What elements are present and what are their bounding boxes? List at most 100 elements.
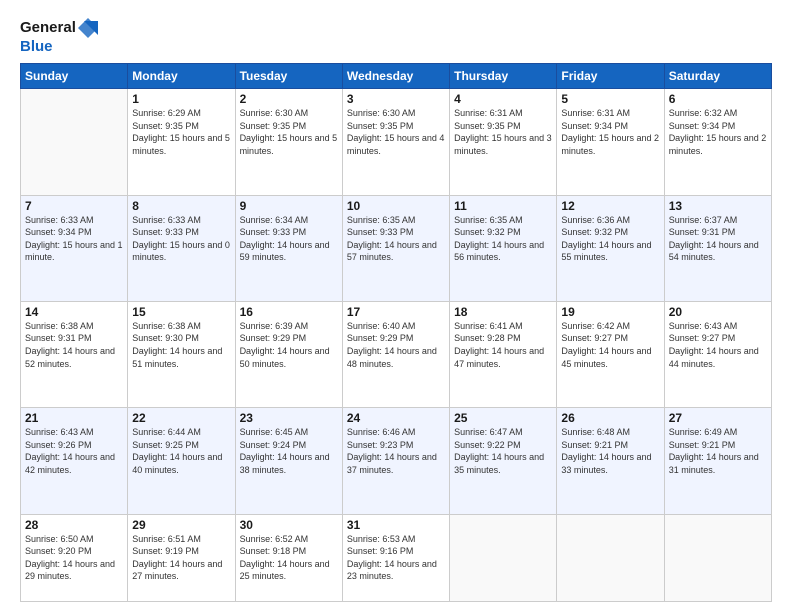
day-info: Sunrise: 6:32 AM Sunset: 9:34 PM Dayligh… xyxy=(669,107,767,157)
day-info: Sunrise: 6:36 AM Sunset: 9:32 PM Dayligh… xyxy=(561,214,659,264)
table-row: 16 Sunrise: 6:39 AM Sunset: 9:29 PM Dayl… xyxy=(235,301,342,407)
header-wednesday: Wednesday xyxy=(342,64,449,89)
sunrise-text: Sunrise: 6:38 AM xyxy=(25,321,94,331)
day-number: 25 xyxy=(454,411,552,425)
calendar-week-row: 28 Sunrise: 6:50 AM Sunset: 9:20 PM Dayl… xyxy=(21,514,772,602)
day-info: Sunrise: 6:53 AM Sunset: 9:16 PM Dayligh… xyxy=(347,533,445,583)
table-row: 20 Sunrise: 6:43 AM Sunset: 9:27 PM Dayl… xyxy=(664,301,771,407)
table-row: 21 Sunrise: 6:43 AM Sunset: 9:26 PM Dayl… xyxy=(21,408,128,514)
day-number: 22 xyxy=(132,411,230,425)
sunset-text: Sunset: 9:25 PM xyxy=(132,440,199,450)
day-number: 31 xyxy=(347,518,445,532)
day-number: 12 xyxy=(561,199,659,213)
table-row: 13 Sunrise: 6:37 AM Sunset: 9:31 PM Dayl… xyxy=(664,195,771,301)
logo-triangle-icon xyxy=(78,18,98,38)
day-number: 16 xyxy=(240,305,338,319)
table-row: 19 Sunrise: 6:42 AM Sunset: 9:27 PM Dayl… xyxy=(557,301,664,407)
day-info: Sunrise: 6:33 AM Sunset: 9:34 PM Dayligh… xyxy=(25,214,123,264)
table-row: 7 Sunrise: 6:33 AM Sunset: 9:34 PM Dayli… xyxy=(21,195,128,301)
daylight-text: Daylight: 14 hours and 59 minutes. xyxy=(240,240,330,263)
sunrise-text: Sunrise: 6:43 AM xyxy=(669,321,738,331)
day-info: Sunrise: 6:37 AM Sunset: 9:31 PM Dayligh… xyxy=(669,214,767,264)
day-number: 5 xyxy=(561,92,659,106)
table-row: 27 Sunrise: 6:49 AM Sunset: 9:21 PM Dayl… xyxy=(664,408,771,514)
sunset-text: Sunset: 9:34 PM xyxy=(669,121,736,131)
sunset-text: Sunset: 9:23 PM xyxy=(347,440,414,450)
logo-text-general: General xyxy=(20,19,76,36)
day-number: 24 xyxy=(347,411,445,425)
day-number: 7 xyxy=(25,199,123,213)
calendar-week-row: 7 Sunrise: 6:33 AM Sunset: 9:34 PM Dayli… xyxy=(21,195,772,301)
table-row: 3 Sunrise: 6:30 AM Sunset: 9:35 PM Dayli… xyxy=(342,89,449,195)
table-row: 17 Sunrise: 6:40 AM Sunset: 9:29 PM Dayl… xyxy=(342,301,449,407)
day-info: Sunrise: 6:40 AM Sunset: 9:29 PM Dayligh… xyxy=(347,320,445,370)
sunrise-text: Sunrise: 6:30 AM xyxy=(240,108,309,118)
sunset-text: Sunset: 9:35 PM xyxy=(454,121,521,131)
calendar-table: Sunday Monday Tuesday Wednesday Thursday… xyxy=(20,63,772,602)
daylight-text: Daylight: 14 hours and 23 minutes. xyxy=(347,559,437,582)
daylight-text: Daylight: 14 hours and 48 minutes. xyxy=(347,346,437,369)
daylight-text: Daylight: 15 hours and 4 minutes. xyxy=(347,133,445,156)
weekday-header-row: Sunday Monday Tuesday Wednesday Thursday… xyxy=(21,64,772,89)
sunrise-text: Sunrise: 6:32 AM xyxy=(669,108,738,118)
table-row: 6 Sunrise: 6:32 AM Sunset: 9:34 PM Dayli… xyxy=(664,89,771,195)
table-row: 10 Sunrise: 6:35 AM Sunset: 9:33 PM Dayl… xyxy=(342,195,449,301)
table-row xyxy=(21,89,128,195)
day-info: Sunrise: 6:38 AM Sunset: 9:30 PM Dayligh… xyxy=(132,320,230,370)
sunrise-text: Sunrise: 6:53 AM xyxy=(347,534,416,544)
page: General Blue Sunday Monday Tuesday Wedne… xyxy=(0,0,792,612)
sunset-text: Sunset: 9:33 PM xyxy=(132,227,199,237)
header-tuesday: Tuesday xyxy=(235,64,342,89)
sunrise-text: Sunrise: 6:38 AM xyxy=(132,321,201,331)
sunset-text: Sunset: 9:18 PM xyxy=(240,546,307,556)
sunrise-text: Sunrise: 6:50 AM xyxy=(25,534,94,544)
table-row: 9 Sunrise: 6:34 AM Sunset: 9:33 PM Dayli… xyxy=(235,195,342,301)
sunset-text: Sunset: 9:34 PM xyxy=(25,227,92,237)
sunset-text: Sunset: 9:29 PM xyxy=(347,333,414,343)
day-info: Sunrise: 6:33 AM Sunset: 9:33 PM Dayligh… xyxy=(132,214,230,264)
day-number: 27 xyxy=(669,411,767,425)
day-info: Sunrise: 6:42 AM Sunset: 9:27 PM Dayligh… xyxy=(561,320,659,370)
daylight-text: Daylight: 14 hours and 44 minutes. xyxy=(669,346,759,369)
day-info: Sunrise: 6:30 AM Sunset: 9:35 PM Dayligh… xyxy=(347,107,445,157)
daylight-text: Daylight: 15 hours and 5 minutes. xyxy=(132,133,230,156)
day-info: Sunrise: 6:47 AM Sunset: 9:22 PM Dayligh… xyxy=(454,426,552,476)
daylight-text: Daylight: 14 hours and 45 minutes. xyxy=(561,346,651,369)
daylight-text: Daylight: 14 hours and 37 minutes. xyxy=(347,452,437,475)
sunset-text: Sunset: 9:35 PM xyxy=(132,121,199,131)
calendar-week-row: 21 Sunrise: 6:43 AM Sunset: 9:26 PM Dayl… xyxy=(21,408,772,514)
logo: General Blue xyxy=(20,18,98,55)
daylight-text: Daylight: 14 hours and 33 minutes. xyxy=(561,452,651,475)
daylight-text: Daylight: 14 hours and 38 minutes. xyxy=(240,452,330,475)
daylight-text: Daylight: 15 hours and 2 minutes. xyxy=(669,133,767,156)
sunrise-text: Sunrise: 6:49 AM xyxy=(669,427,738,437)
day-number: 8 xyxy=(132,199,230,213)
day-info: Sunrise: 6:38 AM Sunset: 9:31 PM Dayligh… xyxy=(25,320,123,370)
table-row: 11 Sunrise: 6:35 AM Sunset: 9:32 PM Dayl… xyxy=(450,195,557,301)
day-number: 10 xyxy=(347,199,445,213)
daylight-text: Daylight: 14 hours and 50 minutes. xyxy=(240,346,330,369)
daylight-text: Daylight: 14 hours and 29 minutes. xyxy=(25,559,115,582)
table-row xyxy=(664,514,771,602)
table-row: 5 Sunrise: 6:31 AM Sunset: 9:34 PM Dayli… xyxy=(557,89,664,195)
sunset-text: Sunset: 9:32 PM xyxy=(454,227,521,237)
sunrise-text: Sunrise: 6:35 AM xyxy=(347,215,416,225)
day-info: Sunrise: 6:43 AM Sunset: 9:27 PM Dayligh… xyxy=(669,320,767,370)
sunset-text: Sunset: 9:19 PM xyxy=(132,546,199,556)
sunset-text: Sunset: 9:27 PM xyxy=(669,333,736,343)
daylight-text: Daylight: 14 hours and 51 minutes. xyxy=(132,346,222,369)
day-number: 19 xyxy=(561,305,659,319)
sunset-text: Sunset: 9:20 PM xyxy=(25,546,92,556)
daylight-text: Daylight: 15 hours and 0 minutes. xyxy=(132,240,230,263)
table-row: 25 Sunrise: 6:47 AM Sunset: 9:22 PM Dayl… xyxy=(450,408,557,514)
table-row xyxy=(557,514,664,602)
sunset-text: Sunset: 9:27 PM xyxy=(561,333,628,343)
sunrise-text: Sunrise: 6:33 AM xyxy=(132,215,201,225)
day-info: Sunrise: 6:44 AM Sunset: 9:25 PM Dayligh… xyxy=(132,426,230,476)
table-row: 23 Sunrise: 6:45 AM Sunset: 9:24 PM Dayl… xyxy=(235,408,342,514)
sunset-text: Sunset: 9:33 PM xyxy=(240,227,307,237)
sunrise-text: Sunrise: 6:29 AM xyxy=(132,108,201,118)
sunset-text: Sunset: 9:24 PM xyxy=(240,440,307,450)
day-number: 15 xyxy=(132,305,230,319)
sunrise-text: Sunrise: 6:39 AM xyxy=(240,321,309,331)
